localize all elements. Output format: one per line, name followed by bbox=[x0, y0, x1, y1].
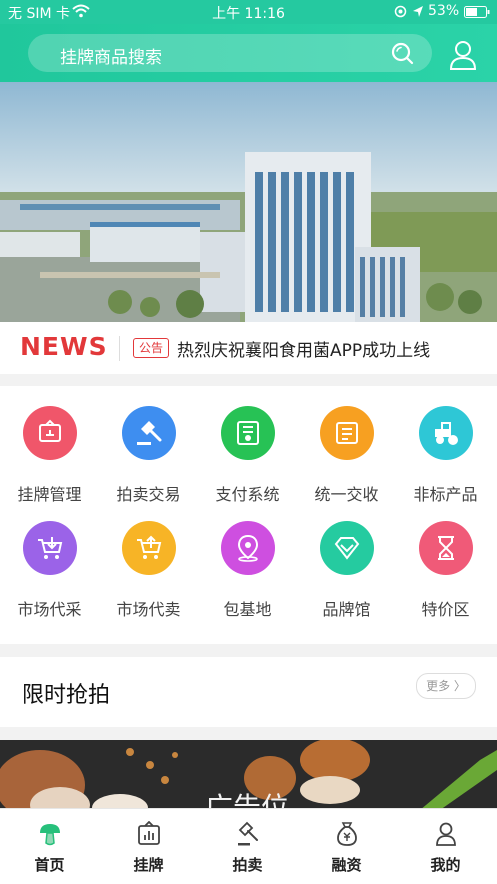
banner-carousel[interactable] bbox=[0, 82, 497, 322]
tab-listing[interactable]: 挂牌 bbox=[99, 809, 198, 884]
tab-label: 我的 bbox=[430, 856, 461, 874]
more-button[interactable]: 更多 〉 bbox=[416, 673, 476, 699]
hourglass-icon bbox=[419, 521, 473, 575]
function-grid: 挂牌管理 拍卖交易 支付系统 统一交收 非标产品 市场代采 市场代卖 包基地 品… bbox=[0, 386, 497, 644]
money-bag-icon bbox=[337, 822, 357, 846]
listing-board-icon bbox=[23, 406, 77, 460]
tab-label: 拍卖 bbox=[232, 856, 263, 874]
tab-profile[interactable]: 我的 bbox=[396, 809, 495, 884]
tab-label: 首页 bbox=[34, 856, 65, 874]
tab-label: 融资 bbox=[331, 856, 362, 874]
location-pin-icon bbox=[221, 521, 275, 575]
user-icon bbox=[436, 822, 456, 846]
battery-icon bbox=[464, 6, 490, 22]
search-bar[interactable]: 挂牌商品搜索 bbox=[28, 34, 432, 72]
cart-download-icon bbox=[23, 521, 77, 575]
grid-label: 包基地 bbox=[223, 600, 272, 619]
delivery-box-icon bbox=[320, 406, 374, 460]
location-icon bbox=[394, 5, 407, 22]
navigation-arrow-icon bbox=[412, 5, 424, 22]
grid-item-brand-hall[interactable]: 品牌馆 bbox=[297, 501, 396, 619]
grid-item-market-purchase[interactable]: 市场代采 bbox=[0, 501, 99, 619]
payment-icon bbox=[221, 406, 275, 460]
search-icon[interactable] bbox=[390, 41, 414, 65]
grid-label: 市场代卖 bbox=[116, 600, 181, 619]
grid-item-listing-management[interactable]: 挂牌管理 bbox=[0, 386, 99, 504]
grid-label: 品牌馆 bbox=[322, 600, 371, 619]
grid-item-auction-trading[interactable]: 拍卖交易 bbox=[99, 386, 198, 504]
news-logo: NEWS bbox=[20, 332, 108, 361]
grid-item-nonstandard-products[interactable]: 非标产品 bbox=[396, 386, 495, 504]
announcement-badge: 公告 bbox=[133, 338, 170, 358]
tab-financing[interactable]: 融资 bbox=[297, 809, 396, 884]
search-placeholder[interactable]: 挂牌商品搜索 bbox=[60, 43, 162, 68]
gavel-icon bbox=[238, 821, 258, 846]
grid-item-market-sale[interactable]: 市场代卖 bbox=[99, 501, 198, 619]
news-headline[interactable]: 热烈庆祝襄阳食用菌APP成功上线 bbox=[177, 336, 430, 361]
ad-banner[interactable]: 广告位 bbox=[0, 740, 497, 810]
grid-item-unified-delivery[interactable]: 统一交收 bbox=[297, 386, 396, 504]
gavel-icon bbox=[122, 406, 176, 460]
status-bar: 无 SIM 卡 上午 11:16 53% bbox=[0, 0, 497, 24]
chart-board-icon bbox=[138, 821, 160, 845]
tractor-icon bbox=[419, 406, 473, 460]
grid-label: 特价区 bbox=[421, 600, 470, 619]
tab-home[interactable]: 首页 bbox=[0, 809, 99, 884]
diamond-icon bbox=[320, 521, 374, 575]
grid-item-payment-system[interactable]: 支付系统 bbox=[198, 386, 297, 504]
news-bar[interactable]: NEWS 公告 热烈庆祝襄阳食用菌APP成功上线 bbox=[0, 322, 497, 374]
ad-label: 广告位 bbox=[205, 791, 290, 810]
cart-upload-icon bbox=[122, 521, 176, 575]
grid-label: 市场代采 bbox=[17, 600, 82, 619]
battery-percent: 53% bbox=[428, 3, 460, 19]
tab-auction[interactable]: 拍卖 bbox=[198, 809, 297, 884]
bottom-tab-bar: 首页 挂牌 拍卖 融资 我的 bbox=[0, 808, 497, 884]
flash-sale-title: 限时抢拍 bbox=[22, 683, 111, 708]
tab-label: 挂牌 bbox=[133, 856, 164, 874]
app-header: 挂牌商品搜索 bbox=[0, 24, 497, 82]
grid-item-special-offers[interactable]: 特价区 bbox=[396, 501, 495, 619]
user-profile-icon[interactable] bbox=[449, 40, 477, 70]
grid-item-base-contract[interactable]: 包基地 bbox=[198, 501, 297, 619]
flash-sale-section: 限时抢拍 更多 〉 bbox=[0, 657, 497, 727]
news-divider bbox=[119, 336, 120, 361]
banner-image bbox=[0, 82, 497, 322]
mushroom-icon bbox=[40, 824, 60, 846]
